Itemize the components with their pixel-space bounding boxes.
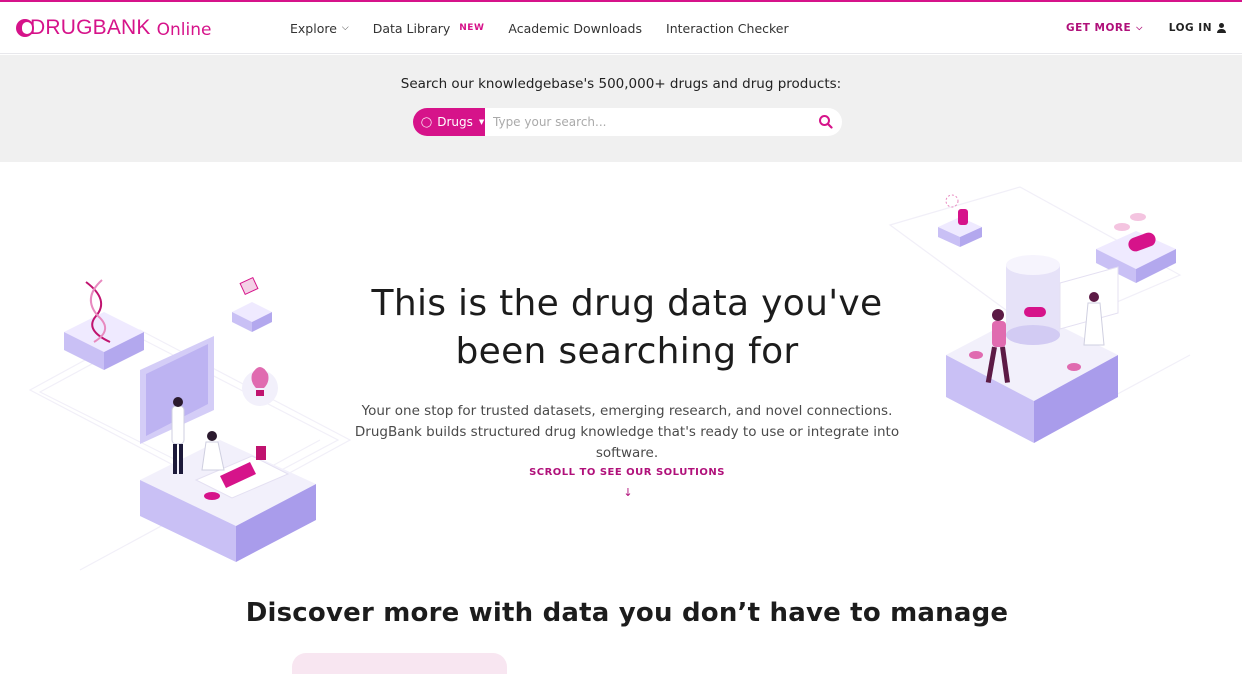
search-input[interactable] xyxy=(493,112,803,132)
logo-capsule-icon xyxy=(16,19,34,37)
nav-data-library[interactable]: Data Library NEW xyxy=(373,21,485,36)
search-button[interactable] xyxy=(816,112,836,132)
arrow-down-icon[interactable]: ↓ xyxy=(622,486,634,499)
discover-heading: Discover more with data you don’t have t… xyxy=(245,598,1009,628)
nav-interaction-checker[interactable]: Interaction Checker xyxy=(666,21,789,36)
logo-suffix: Online xyxy=(156,20,212,40)
nav-right: GET MORE ⌵ LOG IN xyxy=(1066,2,1226,54)
drugbank-logo[interactable]: DRUGBANK Online xyxy=(16,16,211,40)
search-heading: Search our knowledgebase's 500,000+ drug… xyxy=(400,76,842,92)
lab-scientists-illustration xyxy=(28,276,352,571)
nav-academic-downloads-label: Academic Downloads xyxy=(508,20,643,36)
search-category-select[interactable]: ◯ Drugs ▼ xyxy=(413,108,485,136)
get-more-button[interactable]: GET MORE ⌵ xyxy=(1066,22,1143,34)
solution-card[interactable] xyxy=(292,653,507,674)
chevron-down-icon: ⌵ xyxy=(1136,23,1143,32)
hero-subtitle: Your one stop for trusted datasets, emer… xyxy=(354,403,900,461)
logo-text: DRUGBANK xyxy=(30,16,151,39)
search-category-label: Drugs xyxy=(437,115,473,129)
scroll-to-solutions-link[interactable]: SCROLL TO SEE OUR SOLUTIONS xyxy=(0,467,1242,478)
login-label: LOG IN xyxy=(1168,22,1212,34)
search-band: Search our knowledgebase's 500,000+ drug… xyxy=(0,55,1242,162)
hero-title: This is the drug data you've been search… xyxy=(371,283,883,372)
nav-data-library-label: Data Library xyxy=(372,20,451,36)
main-nav: Explore ⌵ Data Library NEW Academic Down… xyxy=(290,2,813,54)
top-navigation: DRUGBANK Online Explore ⌵ Data Library N… xyxy=(0,2,1242,54)
search-icon xyxy=(819,115,833,129)
nav-academic-downloads[interactable]: Academic Downloads xyxy=(508,21,642,36)
chevron-down-icon: ▼ xyxy=(478,118,485,126)
get-more-label: GET MORE xyxy=(1065,22,1132,34)
user-icon xyxy=(1217,23,1226,33)
login-button[interactable]: LOG IN xyxy=(1169,22,1226,34)
pill-icon: ◯ xyxy=(418,114,435,130)
nav-interaction-checker-label: Interaction Checker xyxy=(666,20,789,36)
search-box: ◯ Drugs ▼ xyxy=(413,108,842,136)
chevron-down-icon: ⌵ xyxy=(341,23,349,33)
new-badge: NEW xyxy=(459,23,485,33)
nav-explore[interactable]: Explore ⌵ xyxy=(290,21,349,36)
nav-explore-label: Explore xyxy=(290,20,337,36)
